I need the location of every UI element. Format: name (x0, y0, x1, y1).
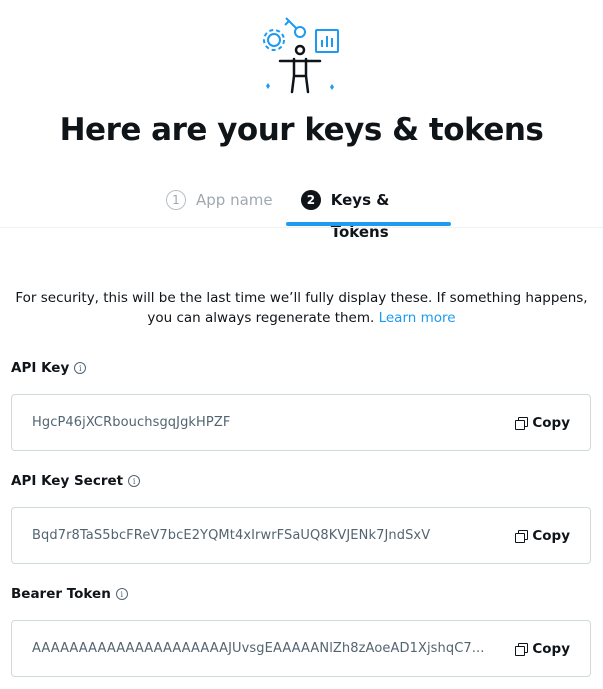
copy-label: Copy (532, 640, 570, 657)
security-notice-text: For security, this will be the last time… (15, 290, 588, 326)
divider (0, 227, 603, 228)
security-notice: For security, this will be the last time… (0, 288, 603, 328)
api-key-secret-label: API Key Secret i (11, 473, 141, 489)
step-number: 2 (301, 190, 321, 210)
field-label-text: Bearer Token (11, 586, 111, 602)
api-key-field: HgcP46jXCRbouchsgqJgkHPZF Copy (11, 394, 591, 451)
step-label: Keys & Tokens (330, 191, 390, 241)
person-with-keys-illustration (263, 17, 339, 94)
step-number: 1 (166, 190, 186, 210)
active-step-indicator (286, 222, 451, 226)
step-app-name[interactable]: 1 App name (166, 184, 273, 228)
api-key-label: API Key i (11, 360, 87, 376)
field-label-text: API Key Secret (11, 473, 124, 489)
copy-icon (515, 416, 529, 430)
api-key-value[interactable]: HgcP46jXCRbouchsgqJgkHPZF (32, 415, 230, 430)
copy-label: Copy (532, 414, 570, 431)
bearer-token-label: Bearer Token i (11, 586, 128, 602)
copy-icon (515, 642, 529, 656)
info-icon[interactable]: i (115, 588, 128, 600)
copy-bearer-token-button[interactable]: Copy (515, 641, 570, 657)
page-title: Here are your keys & tokens (59, 112, 544, 148)
api-key-secret-value[interactable]: Bqd7r8TaS5bcFReV7bcE2YQMt4xIrwrFSaUQ8KVJ… (32, 528, 430, 543)
field-label-text: API Key (11, 360, 70, 376)
hero-illustration (0, 0, 603, 100)
info-icon[interactable]: i (74, 362, 87, 374)
bearer-token-field: AAAAAAAAAAAAAAAAAAAAAJUvsgEAAAAANlZh8zAo… (11, 620, 591, 677)
copy-icon (515, 529, 529, 543)
stepper: 1 App name 2 Keys & Tokens (0, 184, 603, 241)
copy-api-key-secret-button[interactable]: Copy (515, 528, 570, 544)
info-icon[interactable]: i (128, 475, 141, 487)
copy-label: Copy (532, 527, 570, 544)
copy-api-key-button[interactable]: Copy (515, 415, 570, 431)
step-label: App name (196, 191, 273, 209)
api-key-secret-field: Bqd7r8TaS5bcFReV7bcE2YQMt4xIrwrFSaUQ8KVJ… (11, 507, 591, 564)
learn-more-link[interactable]: Learn more (379, 310, 456, 326)
bearer-token-value[interactable]: AAAAAAAAAAAAAAAAAAAAAJUvsgEAAAAANlZh8zAo… (32, 641, 484, 656)
